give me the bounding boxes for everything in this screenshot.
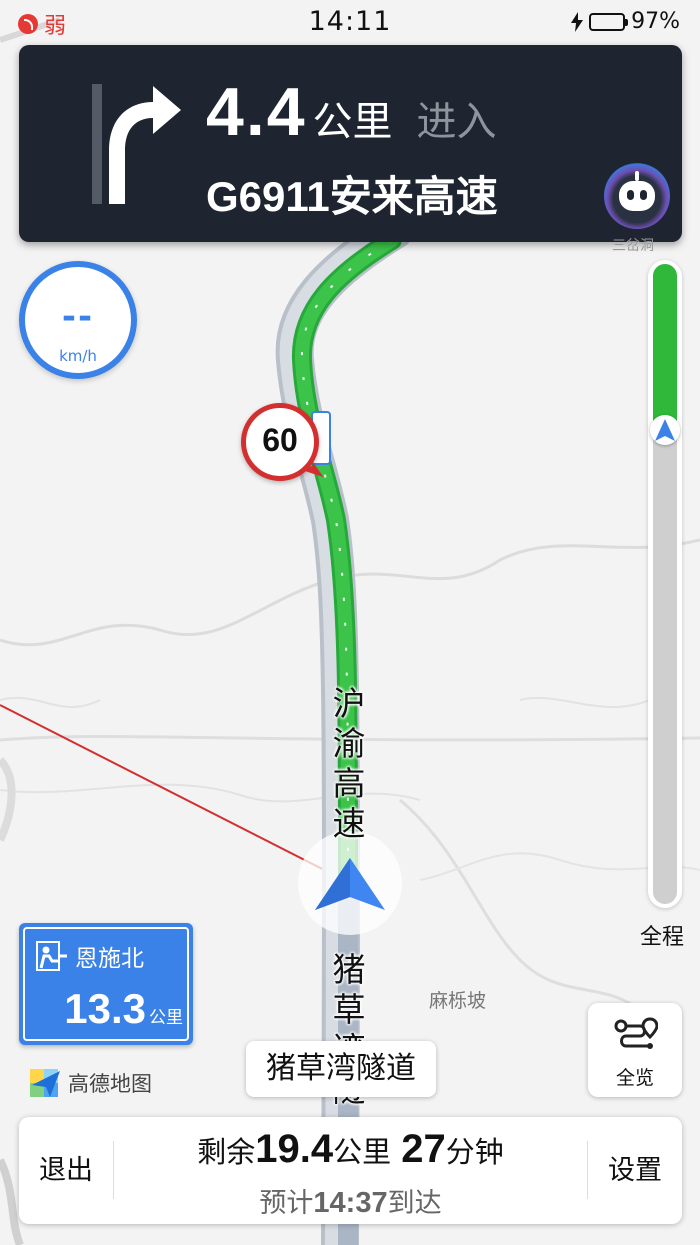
eta-prefix: 预计 [259,1188,314,1219]
overview-label: 全览 [615,1067,654,1089]
battery-indicator: 97% [571,9,680,34]
exit-sign: 恩施北 13.3 公里 [19,923,193,1045]
route-progress-bar [648,260,682,908]
speed-limit-sign: 60 [241,403,319,481]
exit-icon [36,941,67,971]
speed-unit: km/h [59,347,97,365]
amap-logo: 高德地图 [28,1067,152,1099]
progress-remaining-fill [653,264,677,430]
speedometer: -- km/h [19,261,137,379]
amap-logo-icon [30,1069,60,1097]
remaining-distance-unit: 公里 [333,1135,392,1169]
exit-name: 恩施北 [75,946,144,972]
exit-distance: 13.3 公里 [64,985,183,1033]
charging-icon [571,11,584,32]
progress-rail [653,264,677,904]
road-label-hurong: 沪渝高速 [332,684,366,843]
route-overview-icon [614,1017,658,1049]
maneuver-distance-value: 4.4 [206,74,307,150]
progress-car-icon [650,415,680,445]
remaining-prefix: 剩余 [197,1135,256,1169]
maneuver-distance: 4.4 公里 进入 [206,73,497,151]
current-speed: -- [61,297,95,337]
remaining-time: 27 [401,1127,446,1171]
next-road-name: G6911安来高速 [206,173,498,220]
turn-right-arrow-icon [92,84,181,204]
settings-button[interactable]: 设置 [588,1117,682,1224]
progress-label: 全程 [640,925,685,950]
remaining-summary: 剩余19.4公里 27分钟 [113,1127,588,1172]
remaining-distance: 19.4 [255,1127,334,1171]
maneuver-distance-unit: 公里 [312,99,393,145]
guidance-panel[interactable]: 4.4 公里 进入 G6911安来高速 [19,45,682,242]
place-label: 麻栎坡 [429,990,487,1012]
amap-logo-text: 高德地图 [68,1072,152,1096]
exit-navigation-button[interactable]: 退出 [19,1117,113,1224]
trip-info-bar: 退出 剩余19.4公里 27分钟 预计14:37到达 设置 [19,1117,682,1224]
exit-distance-unit: 公里 [149,1008,183,1028]
overview-button[interactable]: 全览 [588,1003,682,1097]
status-bar: 弱 14:11 97% [0,0,700,44]
eta-suffix: 到达 [387,1188,442,1219]
battery-percent: 97% [631,9,680,34]
eta-time: 14:37 [313,1187,388,1219]
maneuver-action: 进入 [416,99,497,145]
speed-limit-value: 60 [262,422,298,458]
battery-icon [589,12,629,31]
voice-assistant-robot-icon[interactable] [604,163,670,229]
place-label-top: 三岔洞 [612,238,654,254]
exit-distance-value: 13.3 [64,985,146,1032]
eta: 预计14:37到达 [113,1181,588,1220]
remaining-time-unit: 分钟 [445,1135,504,1169]
current-road-name: 猪草湾隧道 [246,1041,436,1097]
